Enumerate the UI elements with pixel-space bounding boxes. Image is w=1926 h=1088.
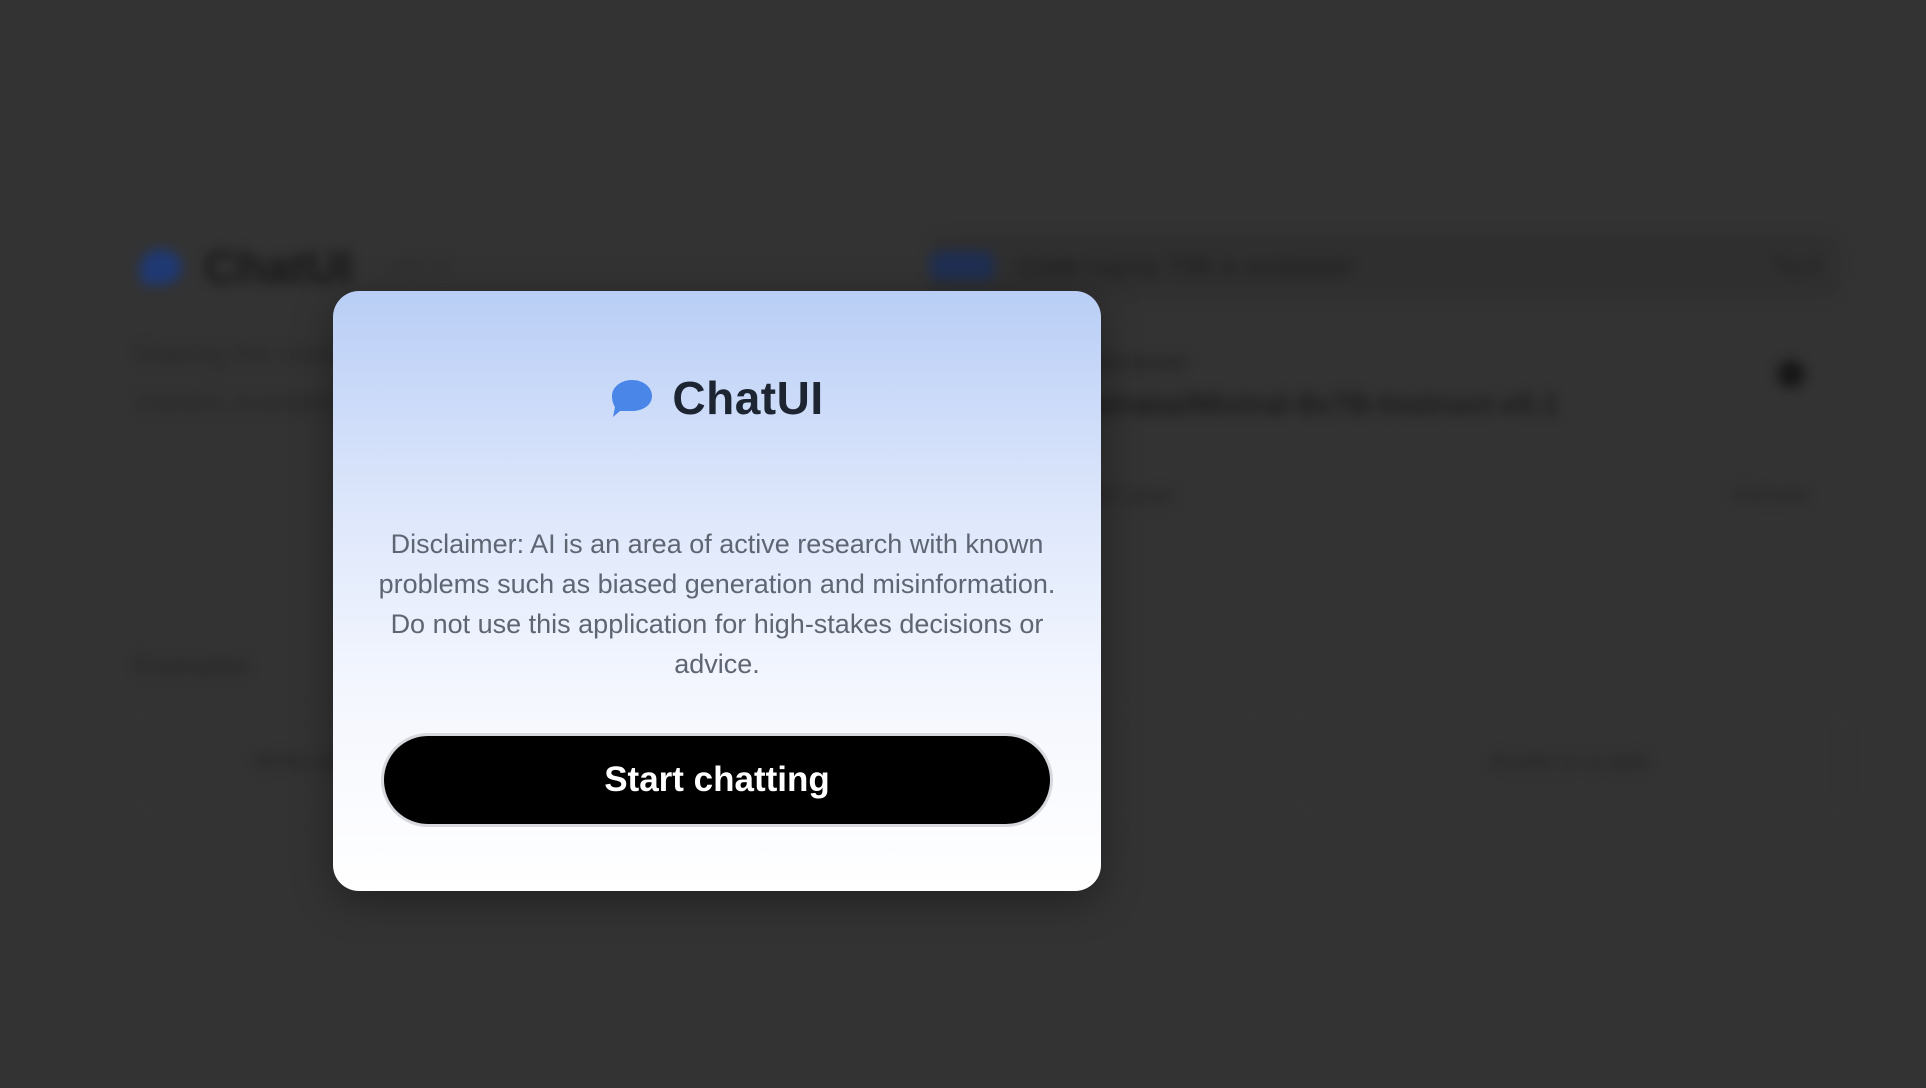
- bg-website-link: Website: [1730, 482, 1810, 507]
- modal-logo: ChatUI: [333, 371, 1101, 425]
- bg-examples-title: Examples: [135, 650, 250, 680]
- bg-example-card: Assist in a task: [1295, 710, 1844, 814]
- disclaimer-text: Disclaimer: AI is an area of active rese…: [378, 529, 1056, 679]
- bg-model-name: mistralai/Mixtral-8x7B-Instruct-v0.1: [1060, 388, 1559, 421]
- bg-logo: ChatUI v0.7.0: [140, 240, 449, 294]
- bg-chat-bubble-icon: [140, 249, 182, 285]
- bg-announcement: Code Llama 70B is available! Try it: [930, 235, 1840, 297]
- bg-version: v0.7.0: [394, 255, 449, 278]
- modal-title: ChatUI: [672, 372, 824, 424]
- welcome-modal: ChatUI Disclaimer: AI is an area of acti…: [333, 291, 1101, 891]
- bg-gear-icon: [1777, 360, 1805, 388]
- start-chatting-button[interactable]: Start chatting: [381, 733, 1053, 827]
- bg-announcement-link: Try it: [1771, 253, 1820, 278]
- bg-app-name: ChatUI: [204, 241, 353, 293]
- bg-announcement-badge: [930, 251, 994, 281]
- bg-announcement-text: Code Llama 70B is available!: [1018, 250, 1355, 281]
- chat-bubble-icon: [612, 380, 653, 417]
